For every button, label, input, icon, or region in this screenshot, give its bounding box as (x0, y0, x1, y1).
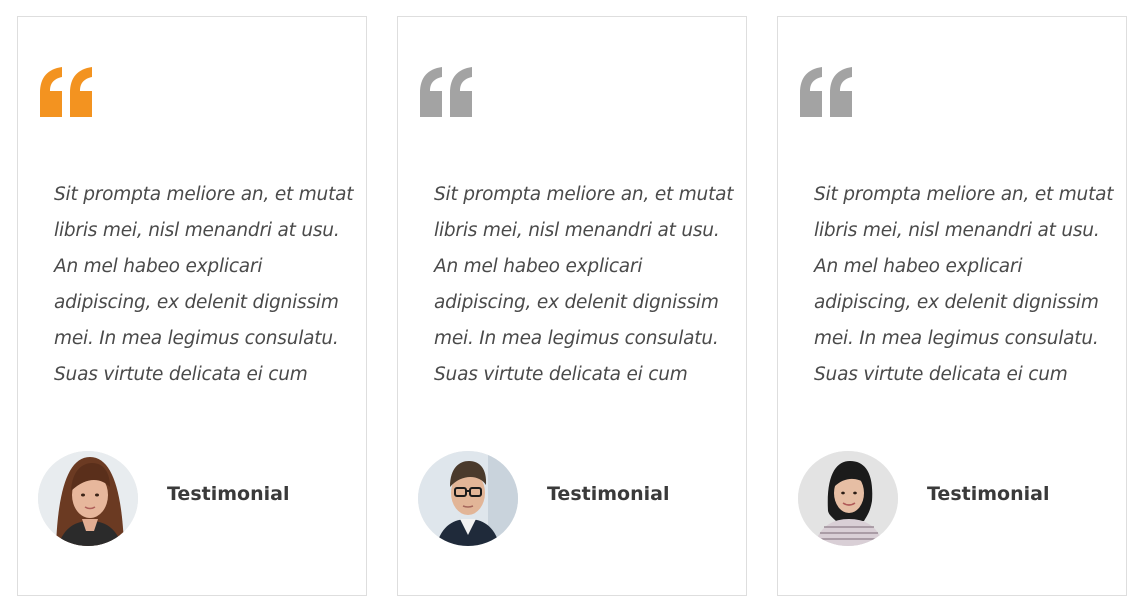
testimonial-quote: Sit prompta meliore an, et mutat libris … (434, 184, 734, 385)
testimonials-row: Sit prompta meliore an, et mutat libris … (0, 0, 1144, 609)
testimonial-name: Testimonial (167, 483, 290, 505)
testimonial-quote: Sit prompta meliore an, et mutat libris … (814, 184, 1114, 385)
quote-icon (420, 67, 472, 117)
woman-dark-hair-avatar (798, 451, 898, 546)
man-glasses-avatar (418, 451, 518, 546)
woman-brown-hair-avatar (38, 451, 138, 546)
testimonial-card: Sit prompta meliore an, et mutat libris … (397, 16, 747, 596)
testimonial-name: Testimonial (547, 483, 670, 505)
testimonial-card: Sit prompta meliore an, et mutat libris … (17, 16, 367, 596)
testimonial-name: Testimonial (927, 483, 1050, 505)
quote-icon (800, 67, 852, 117)
quote-icon (40, 67, 92, 117)
testimonial-quote: Sit prompta meliore an, et mutat libris … (54, 184, 354, 385)
testimonial-card: Sit prompta meliore an, et mutat libris … (777, 16, 1127, 596)
